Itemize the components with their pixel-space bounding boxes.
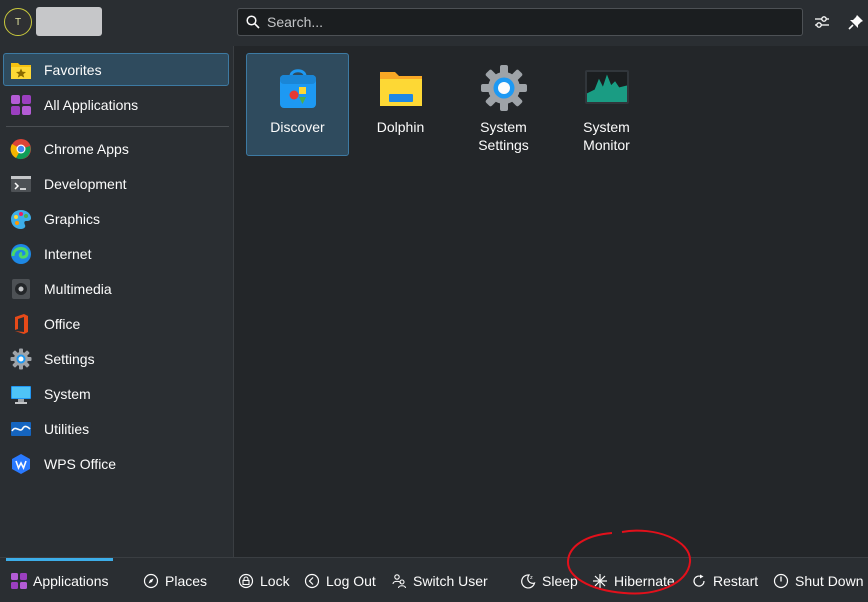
logout-button[interactable]: Log Out — [303, 570, 376, 592]
power-icon — [772, 572, 790, 590]
system-monitor-icon — [584, 70, 629, 104]
svg-text:z: z — [530, 575, 533, 581]
configure-icon[interactable] — [812, 12, 832, 32]
graphics-icon — [10, 208, 32, 230]
category-sidebar: Favorites All Applications Chrome Apps D… — [0, 46, 234, 557]
discover-icon — [279, 69, 316, 108]
snowflake-icon — [591, 572, 609, 590]
favorites-grid: Discover Dolphin System Settings System … — [235, 46, 868, 557]
bottom-bar: Applications Places Lock Log Out Switch … — [0, 557, 868, 602]
shutdown-button[interactable]: Shut Down — [772, 570, 863, 592]
sidebar-item-favorites[interactable]: Favorites — [3, 53, 229, 86]
button-label: Hibernate — [614, 573, 675, 589]
sidebar-item-label: WPS Office — [44, 455, 117, 472]
office-icon — [10, 313, 32, 335]
compass-icon — [142, 572, 160, 590]
switch-user-button[interactable]: Switch User — [390, 570, 488, 592]
user-name-box[interactable] — [36, 7, 102, 36]
tab-applications[interactable]: Applications — [10, 570, 118, 592]
app-tile-system-monitor[interactable]: System Monitor — [555, 53, 658, 156]
app-tile-label: System Monitor — [583, 119, 630, 153]
sidebar-item-label: Chrome Apps — [44, 140, 129, 157]
development-icon — [10, 173, 32, 195]
sidebar-item-label: Settings — [44, 350, 95, 367]
sidebar-item-label: Utilities — [44, 420, 90, 437]
logout-icon — [303, 572, 321, 590]
sleep-icon: z — [519, 572, 537, 590]
top-bar: T — [0, 0, 868, 46]
system-icon — [10, 383, 32, 405]
app-tile-label: Dolphin — [376, 119, 425, 135]
button-label: Shut Down — [795, 573, 864, 589]
sidebar-item-settings[interactable]: Settings — [3, 342, 229, 375]
tab-label: Places — [165, 573, 208, 589]
app-tile-label: System Settings — [478, 119, 529, 153]
sidebar-item-label: Favorites — [44, 61, 102, 78]
button-label: Log Out — [326, 573, 376, 589]
button-label: Switch User — [413, 573, 488, 589]
button-label: Restart — [713, 573, 759, 589]
sidebar-item-label: Office — [44, 315, 81, 332]
multimedia-icon — [10, 278, 32, 300]
sidebar-item-chrome-apps[interactable]: Chrome Apps — [3, 132, 229, 165]
settings-icon — [10, 348, 32, 370]
avatar-initial: T — [14, 16, 22, 28]
wps-office-icon — [10, 453, 32, 475]
sidebar-item-utilities[interactable]: Utilities — [3, 412, 229, 445]
sidebar-item-wps-office[interactable]: WPS Office — [3, 447, 229, 480]
favorites-folder-icon — [10, 59, 32, 81]
app-tile-dolphin[interactable]: Dolphin — [349, 53, 452, 156]
search-field[interactable] — [237, 8, 803, 36]
button-label: Lock — [260, 573, 290, 589]
sidebar-item-label: Development — [44, 175, 127, 192]
active-tab-indicator — [6, 558, 113, 561]
search-input[interactable] — [267, 14, 787, 30]
sidebar-item-label: Graphics — [44, 210, 101, 227]
sidebar-item-label: Internet — [44, 245, 92, 262]
sidebar-item-development[interactable]: Development — [3, 167, 229, 200]
sidebar-item-label: System — [44, 385, 91, 402]
sleep-button[interactable]: z Sleep — [519, 570, 578, 592]
button-label: Sleep — [542, 573, 578, 589]
lock-icon — [237, 572, 255, 590]
app-tile-discover[interactable]: Discover — [246, 53, 349, 156]
chrome-icon — [10, 138, 32, 160]
dolphin-icon — [379, 72, 422, 106]
sidebar-item-multimedia[interactable]: Multimedia — [3, 272, 229, 305]
app-tile-label: Discover — [270, 119, 325, 135]
user-avatar[interactable]: T — [4, 8, 32, 36]
tab-label: Applications — [33, 573, 109, 589]
sidebar-item-internet[interactable]: Internet — [3, 237, 229, 270]
switch-user-icon — [390, 572, 408, 590]
sidebar-item-label: All Applications — [44, 96, 139, 113]
system-settings-icon — [480, 65, 527, 111]
internet-icon — [10, 243, 32, 265]
utilities-icon — [10, 418, 32, 440]
sidebar-item-label: Multimedia — [44, 280, 112, 297]
applications-icon — [10, 572, 28, 590]
restart-button[interactable]: Restart — [690, 570, 758, 592]
search-icon — [246, 15, 260, 29]
sidebar-separator — [6, 126, 229, 127]
restart-icon — [690, 572, 708, 590]
sidebar-item-all-applications[interactable]: All Applications — [3, 88, 229, 121]
all-applications-icon — [10, 94, 32, 116]
app-tile-system-settings[interactable]: System Settings — [452, 53, 555, 156]
sidebar-item-graphics[interactable]: Graphics — [3, 202, 229, 235]
sidebar-item-office[interactable]: Office — [3, 307, 229, 340]
pin-icon[interactable] — [846, 12, 866, 32]
lock-button[interactable]: Lock — [237, 570, 290, 592]
sidebar-item-system[interactable]: System — [3, 377, 229, 410]
hibernate-button[interactable]: Hibernate — [591, 570, 675, 592]
tab-places[interactable]: Places — [142, 570, 207, 592]
